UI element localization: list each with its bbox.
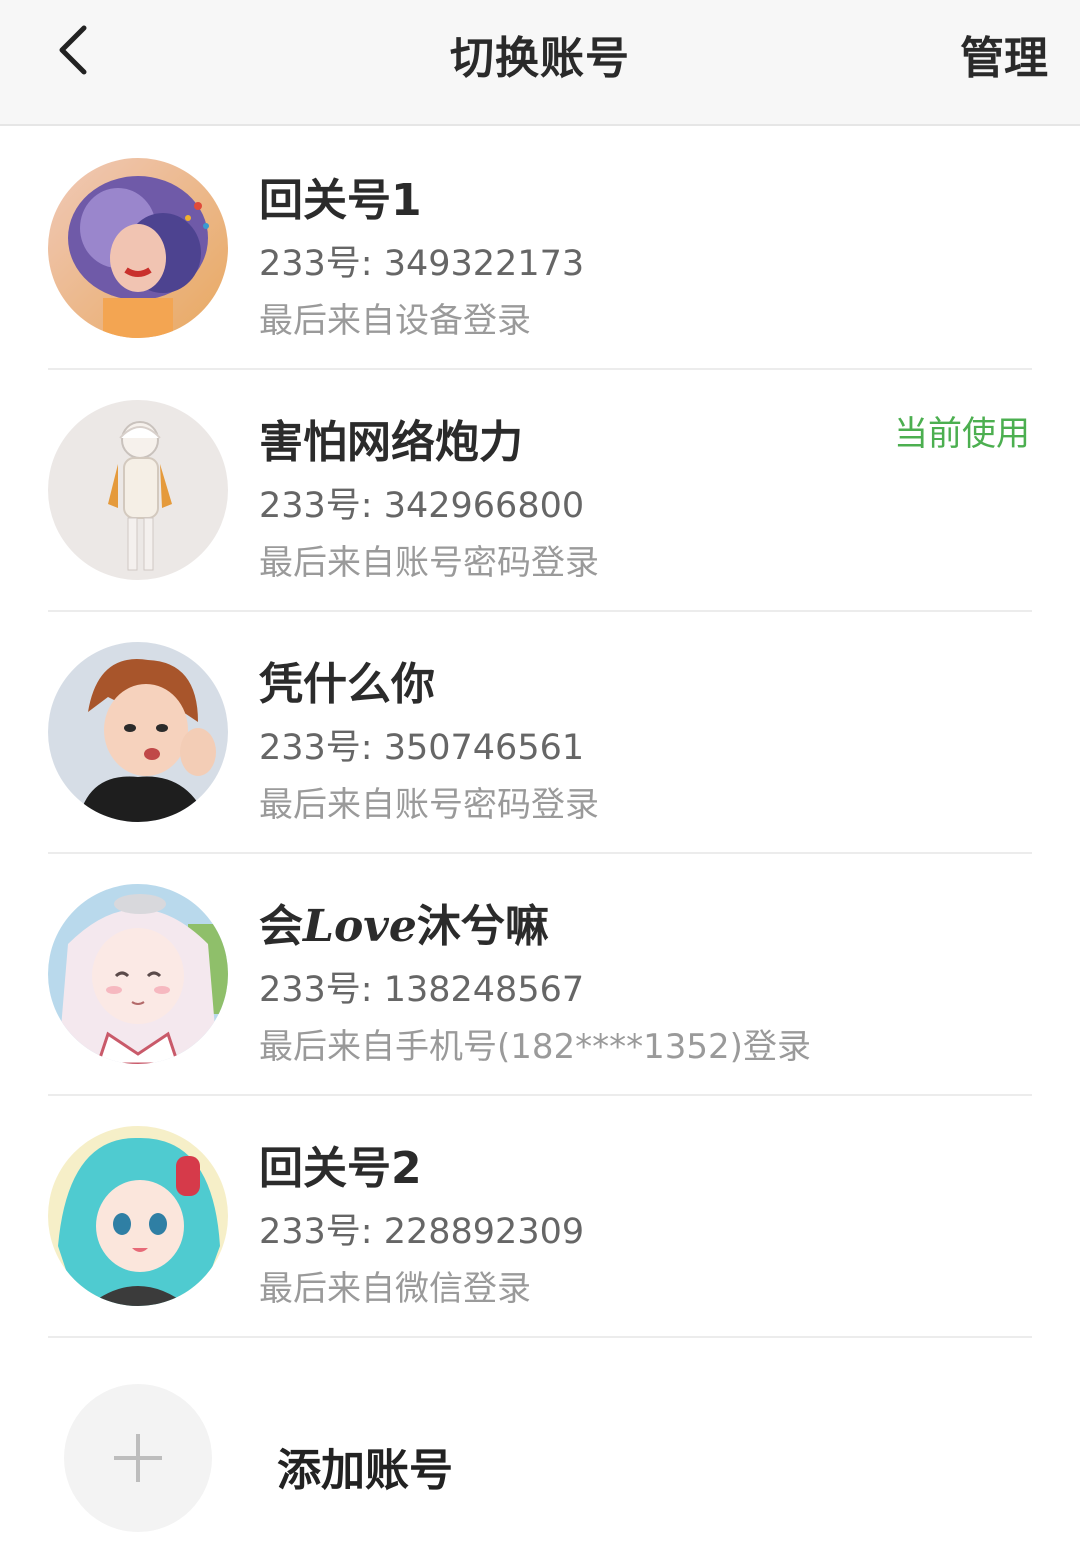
account-name: 回关号2 xyxy=(259,1143,422,1194)
account-row[interactable]: 害怕网络炮力 当前使用 233号: 342966800 最后来自账号密码登录 xyxy=(48,370,1032,612)
last-login-info: 最后来自账号密码登录 xyxy=(259,543,599,583)
account-list: 回关号1 233号: 349322173 最后来自设备登录 害怕网络炮力 当前使 xyxy=(0,128,1080,1338)
account-name: 回关号1 xyxy=(259,175,422,226)
account-row[interactable]: 凭什么你 233号: 350746561 最后来自账号密码登录 xyxy=(48,612,1032,854)
current-account-badge: 当前使用 xyxy=(894,414,1030,454)
account-name-prefix: 会 xyxy=(259,901,303,952)
manage-button[interactable]: 管理 xyxy=(960,22,1048,86)
page-title: 切换账号 xyxy=(450,33,630,84)
add-account-label: 添加账号 xyxy=(277,1445,453,1496)
account-name-love: Love xyxy=(303,901,417,952)
account-uid: 233号: 349322173 xyxy=(259,244,585,284)
account-name-suffix: 沐兮嘛 xyxy=(416,901,549,952)
account-uid: 233号: 342966800 xyxy=(259,486,585,526)
last-login-info: 最后来自设备登录 xyxy=(259,301,531,341)
account-uid: 233号: 228892309 xyxy=(259,1212,585,1252)
account-name: 凭什么你 xyxy=(259,659,435,710)
account-uid: 233号: 138248567 xyxy=(259,970,585,1010)
add-account-button[interactable]: 添加账号 xyxy=(48,1376,1032,1536)
account-row[interactable]: 回关号2 233号: 228892309 最后来自微信登录 xyxy=(48,1096,1032,1338)
account-uid: 233号: 350746561 xyxy=(259,728,585,768)
avatar xyxy=(48,642,228,822)
account-name: 害怕网络炮力 xyxy=(259,417,523,468)
account-row[interactable]: 会Love沐兮嘛 233号: 138248567 最后来自手机号(182****… xyxy=(48,854,1032,1096)
last-login-info: 最后来自账号密码登录 xyxy=(259,785,599,825)
last-login-info: 最后来自微信登录 xyxy=(259,1269,531,1309)
avatar xyxy=(48,884,228,1064)
header-bar: 切换账号 管理 xyxy=(0,0,1080,126)
account-name: 会Love沐兮嘛 xyxy=(259,890,549,954)
account-row[interactable]: 回关号1 233号: 349322173 最后来自设备登录 xyxy=(48,128,1032,370)
add-account-circle xyxy=(64,1384,212,1532)
last-login-info: 最后来自手机号(182****1352)登录 xyxy=(259,1027,811,1067)
avatar xyxy=(48,1126,228,1306)
avatar xyxy=(48,158,228,338)
avatar xyxy=(48,400,228,580)
switch-account-page: 切换账号 管理 回关号1 233号: 349322173 最后来自设备登录 害怕… xyxy=(0,0,1080,1560)
plus-icon xyxy=(114,1434,162,1482)
